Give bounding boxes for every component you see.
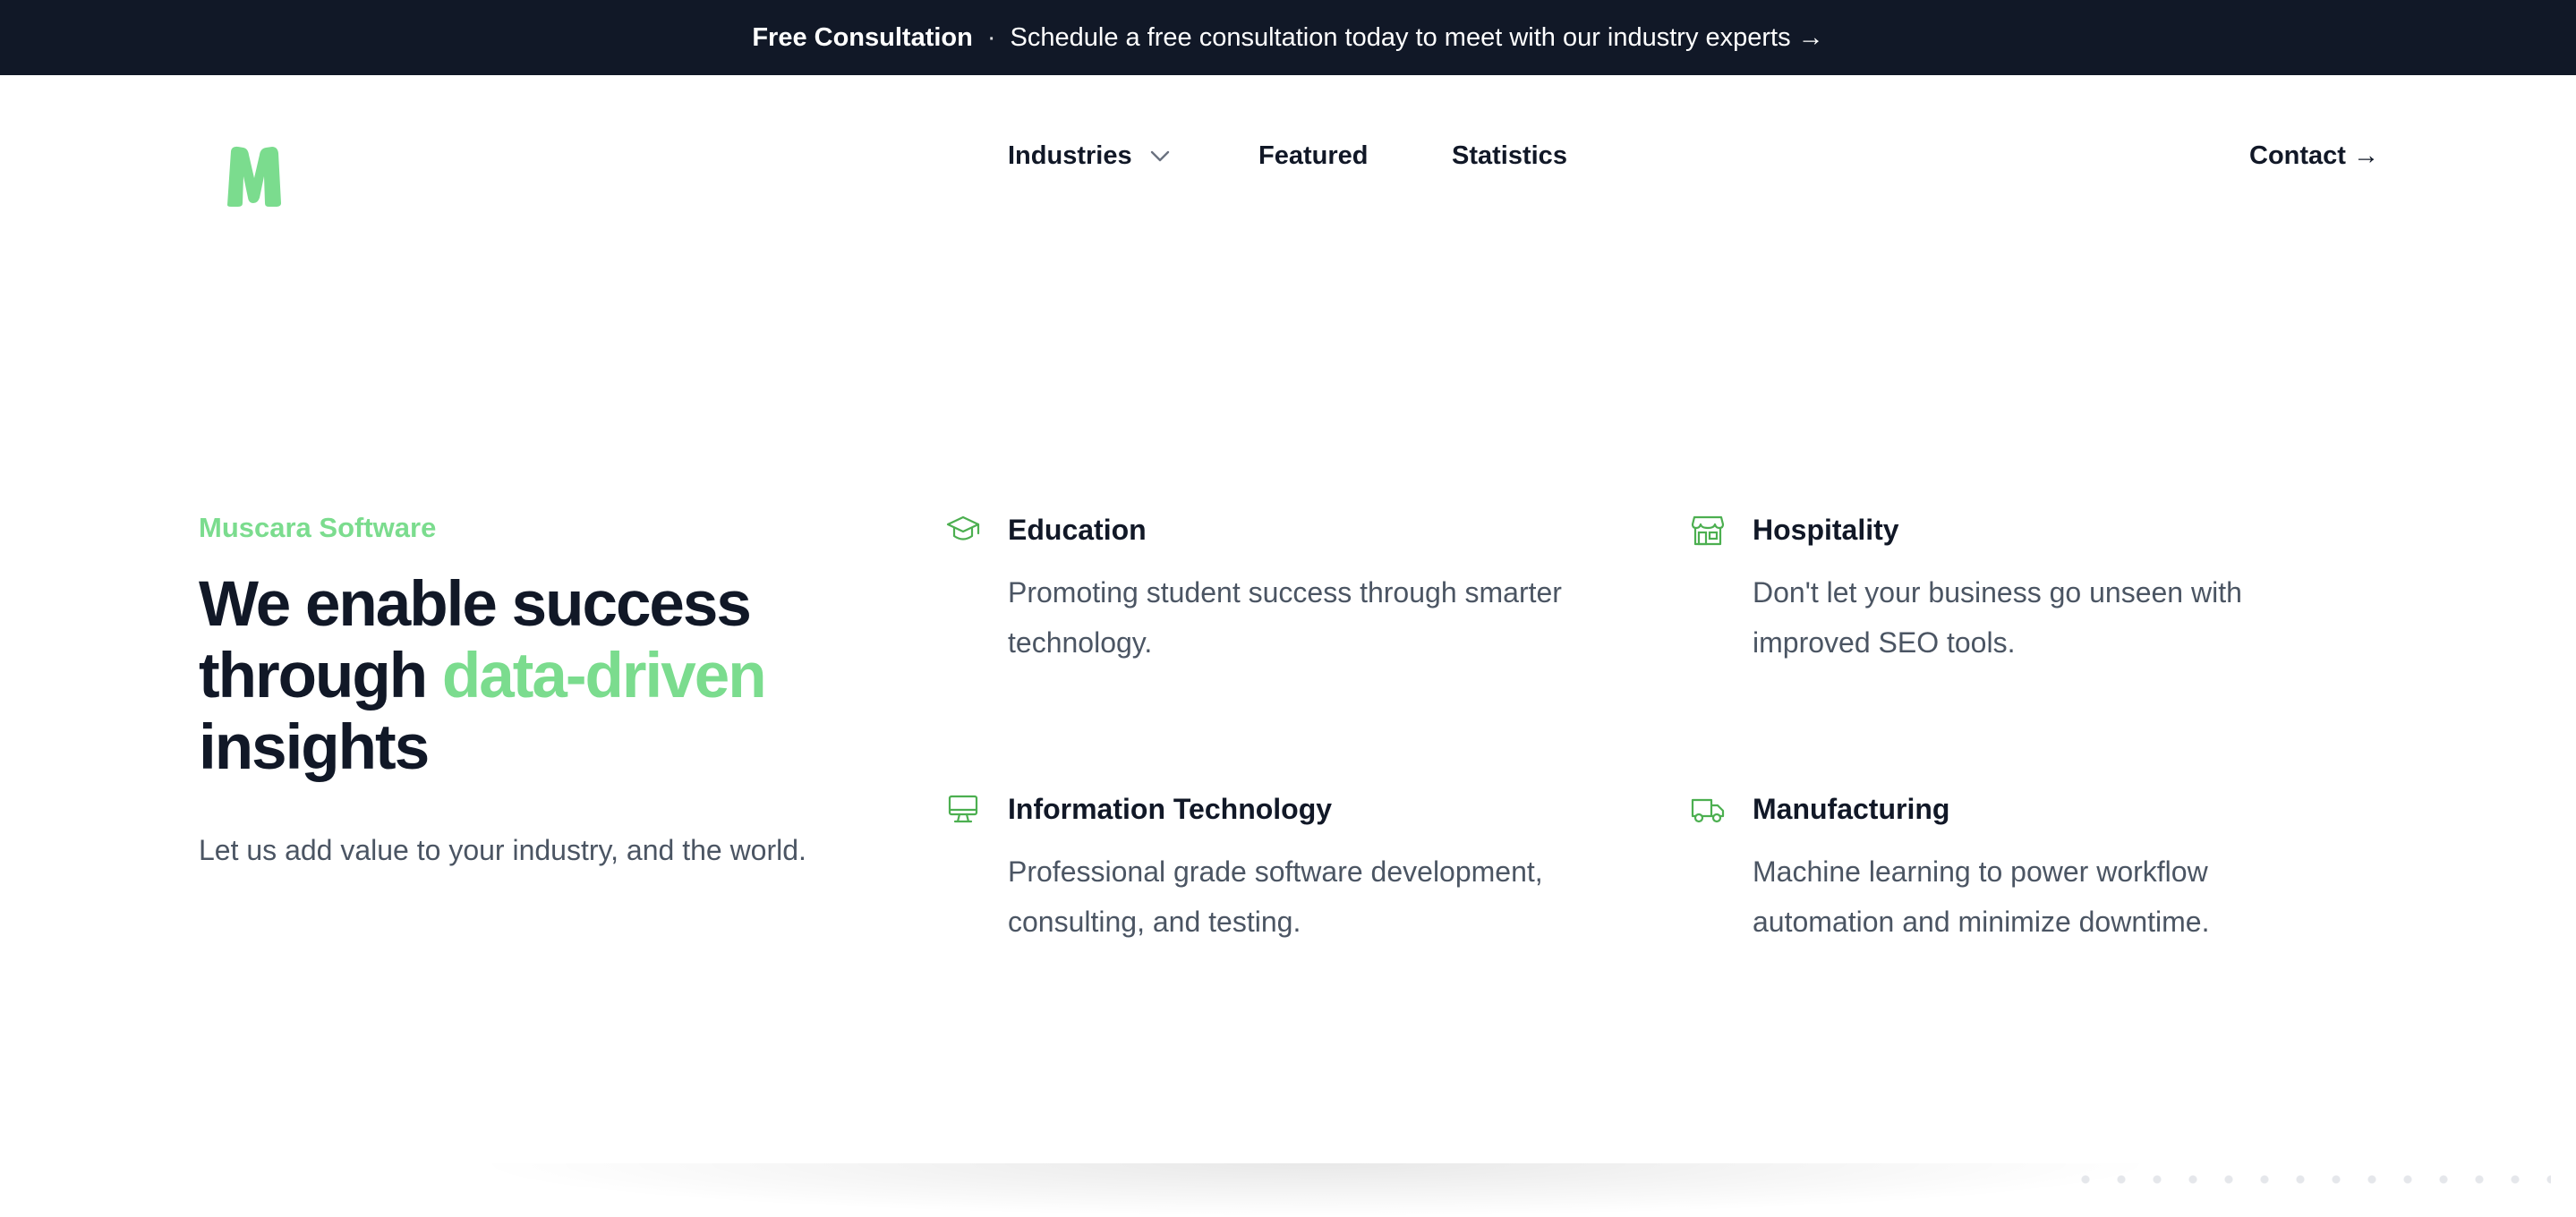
nav-industries-label: Industries bbox=[1008, 141, 1132, 170]
feature-description: Don't let your business go unseen with i… bbox=[1753, 576, 2242, 659]
feature-title: Education bbox=[1008, 514, 1147, 546]
hero-subtext: Let us add value to your industry, and t… bbox=[199, 834, 806, 866]
nav-statistics[interactable]: Statistics bbox=[1452, 141, 1567, 171]
banner-link[interactable]: Schedule a free consultation today to me… bbox=[1011, 23, 1824, 53]
feature-title: Hospitality bbox=[1753, 514, 1899, 546]
decorative-dot-pattern bbox=[2068, 1174, 2551, 1185]
nav-contact-link[interactable]: Contact → bbox=[2249, 141, 2379, 171]
headline-accent: data-driven bbox=[441, 641, 767, 711]
feature-title: Manufacturing bbox=[1753, 793, 1950, 825]
hero-eyebrow: Muscara Software bbox=[199, 512, 437, 543]
headline-part2: insights bbox=[199, 712, 430, 783]
delivery-truck-icon bbox=[1691, 798, 1725, 823]
feature-title: Information Technology bbox=[1008, 793, 1333, 825]
storefront-icon bbox=[1691, 515, 1725, 546]
announcement-banner[interactable]: Free Consultation · Schedule a free cons… bbox=[0, 0, 2576, 75]
chevron-down-icon bbox=[1150, 150, 1169, 161]
feature-description: Machine learning to power workflow autom… bbox=[1753, 855, 2210, 938]
nav-featured[interactable]: Featured bbox=[1258, 141, 1368, 171]
banner-separator: · bbox=[986, 22, 996, 52]
nav-industries[interactable]: Industries bbox=[1008, 141, 1170, 171]
banner-title: Free Consultation bbox=[752, 22, 973, 52]
computer-monitor-icon bbox=[948, 795, 978, 823]
site-header bbox=[0, 75, 2576, 276]
muscara-logo-icon[interactable] bbox=[224, 144, 285, 209]
feature-description: Professional grade software development,… bbox=[1008, 855, 1543, 938]
section-shadow bbox=[465, 1163, 2166, 1217]
feature-description: Promoting student success through smarte… bbox=[1008, 576, 1562, 659]
graduation-cap-icon bbox=[946, 515, 980, 540]
hero-headline: We enable success through data-driven in… bbox=[199, 569, 879, 784]
